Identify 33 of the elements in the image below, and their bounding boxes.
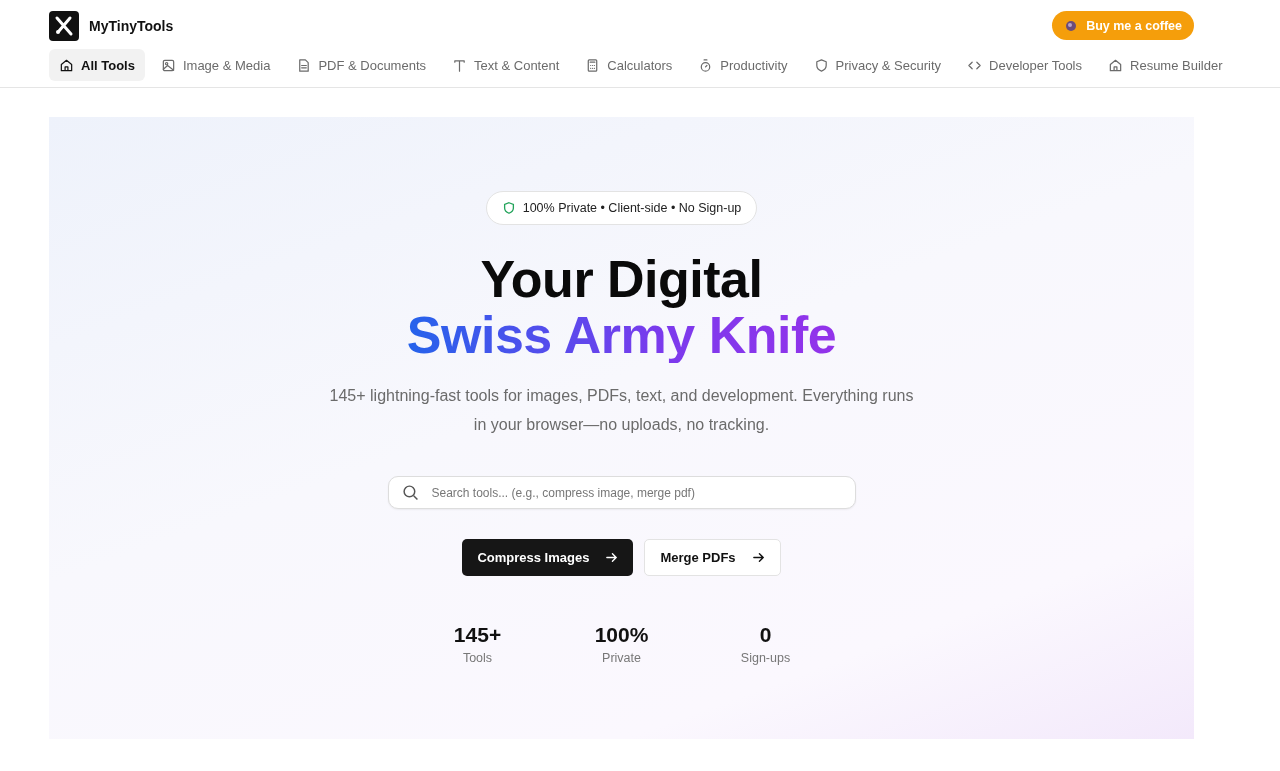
logo-icon: [49, 10, 79, 41]
nav-tab[interactable]: Privacy & Security: [803, 49, 952, 81]
stat-label: Sign-ups: [740, 651, 791, 665]
home-icon: [59, 57, 74, 73]
home-icon: [1108, 57, 1123, 73]
nav-tab[interactable]: Calculators: [575, 49, 683, 81]
action-button[interactable]: Merge PDFs: [644, 539, 781, 576]
description: 145+ lightning-fast tools for images, PDFs, text, and development. Everything runs in your browser—no uploads, no tracking.: [329, 386, 914, 435]
search-icon: [401, 484, 419, 501]
action-button[interactable]: Compress Images: [462, 539, 634, 576]
stat-label: Private: [602, 651, 641, 665]
stat-value: 0: [759, 623, 772, 647]
image-icon: [160, 57, 176, 73]
shield-icon: [501, 201, 516, 215]
stat-value: 100%: [594, 623, 649, 647]
nav-tab[interactable]: Image & Media: [150, 49, 281, 81]
nav-tab[interactable]: Productivity: [688, 49, 798, 81]
brand-name: MyTinyTools: [89, 17, 174, 34]
stat-label: Tools: [462, 651, 493, 665]
nav-tab[interactable]: Developer Tools: [957, 49, 1092, 81]
shield-icon: [813, 57, 829, 73]
arrow-right-icon: [751, 551, 765, 564]
nav-tab[interactable]: Resume Builder: [1098, 49, 1233, 81]
arrow-right-icon: [605, 551, 619, 564]
headline: Your Digital: [480, 251, 763, 307]
privacy-badge: 100% Private • Client-side • No Sign-up: [485, 191, 758, 225]
nav-tab[interactable]: PDF & Documents: [286, 49, 437, 81]
nav-tab[interactable]: Text & Content: [442, 49, 570, 81]
text-icon: [452, 57, 468, 73]
document-icon: [296, 57, 312, 73]
nav-tab[interactable]: All Tools: [49, 49, 145, 81]
stat-value: 145+: [453, 623, 502, 647]
search-field[interactable]: Search tools... (e.g., compress image, merge pdf): [387, 476, 856, 509]
